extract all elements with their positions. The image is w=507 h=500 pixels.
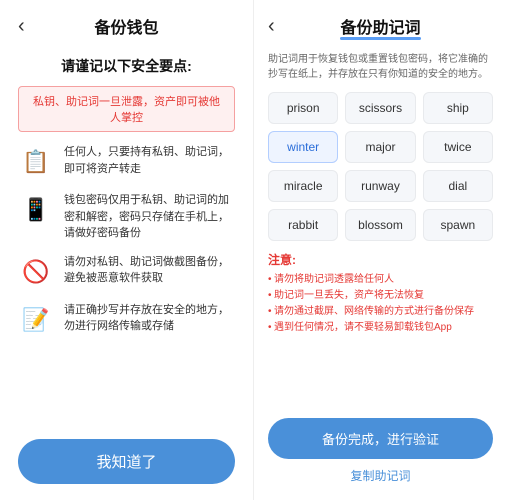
mnemonic-grid: prison scissors ship winter major twice …	[268, 92, 493, 241]
word-twice: twice	[423, 131, 493, 163]
right-title-container: 备份助记词	[340, 14, 420, 38]
confirm-button[interactable]: 我知道了	[18, 439, 235, 484]
right-panel-title: 备份助记词	[340, 20, 420, 37]
word-ship: ship	[423, 92, 493, 124]
word-rabbit: rabbit	[268, 209, 338, 241]
word-spawn: spawn	[423, 209, 493, 241]
word-dial: dial	[423, 170, 493, 202]
word-winter: winter	[268, 131, 338, 163]
warning-banner: 私钥、助记词一旦泄露，资产即可被他人掌控	[18, 86, 235, 132]
section-heading: 请谨记以下安全要点:	[61, 56, 192, 76]
title-underline	[340, 37, 420, 40]
write-icon: 📝	[18, 302, 54, 338]
note-4: 遇到任何情况，请不要轻易卸载钱包App	[268, 320, 493, 336]
word-scissors: scissors	[345, 92, 415, 124]
notes-section: 注意: 请勿将助记词透露给任何人 助记词一旦丢失，资产将无法恢复 请勿通过截屏、…	[268, 251, 493, 336]
security-text-3: 请勿对私钥、助记词做截图备份，避免被恶意软件获取	[64, 254, 235, 287]
right-panel: ‹ 备份助记词 助记词用于恢复钱包或重置钱包密码，将它准确的抄写在纸上，并存放在…	[253, 0, 507, 500]
left-back-button[interactable]: ‹	[18, 15, 25, 38]
left-bottom: 我知道了	[18, 439, 235, 484]
right-bottom: 备份完成，进行验证 复制助记词	[268, 418, 493, 484]
left-header: ‹ 备份钱包	[18, 0, 235, 48]
security-text-1: 任何人，只要持有私钥、助记词，即可将资产转走	[64, 144, 235, 177]
word-major: major	[345, 131, 415, 163]
note-1: 请勿将助记词透露给任何人	[268, 272, 493, 288]
note-3: 请勿通过截屏、网络传输的方式进行备份保存	[268, 304, 493, 320]
notes-title: 注意:	[268, 251, 493, 268]
security-item-2: 📱 钱包密码仅用于私钥、助记词的加密和解密，密码只存储在手机上，请做好密码备份	[18, 192, 235, 242]
screenshot-icon: 🚫	[18, 254, 54, 290]
word-prison: prison	[268, 92, 338, 124]
mnemonic-desc: 助记词用于恢复钱包或重置钱包密码，将它准确的抄写在纸上，并存放在只有你知道的安全…	[268, 52, 493, 82]
phone-icon: 📱	[18, 192, 54, 228]
word-miracle: miracle	[268, 170, 338, 202]
right-header: ‹ 备份助记词	[268, 0, 493, 44]
left-panel: ‹ 备份钱包 请谨记以下安全要点: 私钥、助记词一旦泄露，资产即可被他人掌控 📋…	[0, 0, 253, 500]
security-text-2: 钱包密码仅用于私钥、助记词的加密和解密，密码只存储在手机上，请做好密码备份	[64, 192, 235, 242]
word-blossom: blossom	[345, 209, 415, 241]
security-text-4: 请正确抄写并存放在安全的地方，勿进行网络传输或存储	[64, 302, 235, 335]
note-2: 助记词一旦丢失，资产将无法恢复	[268, 288, 493, 304]
left-panel-title: 备份钱包	[94, 14, 158, 38]
word-runway: runway	[345, 170, 415, 202]
security-item-3: 🚫 请勿对私钥、助记词做截图备份，避免被恶意软件获取	[18, 254, 235, 290]
security-item-1: 📋 任何人，只要持有私钥、助记词，即可将资产转走	[18, 144, 235, 180]
verify-button[interactable]: 备份完成，进行验证	[268, 418, 493, 459]
security-item-4: 📝 请正确抄写并存放在安全的地方，勿进行网络传输或存储	[18, 302, 235, 338]
right-back-button[interactable]: ‹	[268, 15, 275, 38]
transfer-icon: 📋	[18, 144, 54, 180]
copy-mnemonic-button[interactable]: 复制助记词	[350, 467, 410, 484]
